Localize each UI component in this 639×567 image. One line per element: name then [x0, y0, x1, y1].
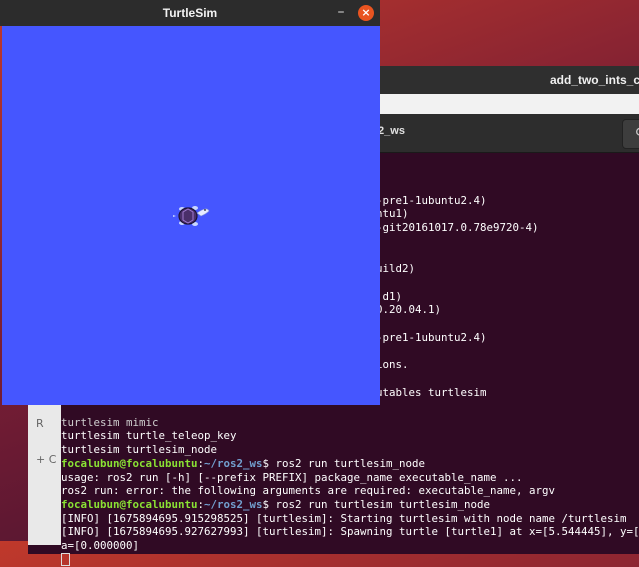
partial-lines: -pre1-1ubuntu2.4) ntu1) -git20161017.0.7… — [376, 180, 639, 399]
terminal-line: uild2) — [376, 262, 416, 276]
background-window-toolbar — [368, 94, 639, 114]
prompt-path: ~/ros2_ws — [204, 497, 263, 511]
terminal-line: ions. — [376, 358, 409, 372]
turtlesim-canvas[interactable] — [2, 26, 380, 405]
terminal-line: 0.20.04.1) — [376, 303, 442, 317]
command-text: $ ros2 run turtlesim turtlesim_node — [262, 497, 491, 511]
terminal-line: -pre1-1ubuntu2.4) — [376, 330, 487, 344]
terminal-line: [INFO] [1675894695.915298525] [turtlesim… — [61, 511, 627, 525]
minimize-button[interactable]: – — [332, 3, 350, 23]
turtlesim-window[interactable]: TurtleSim – × — [0, 0, 380, 405]
prompt-user: focalubun@focalubuntu — [61, 497, 198, 511]
command-text: $ ros2 run turtlesim_node — [262, 456, 426, 470]
terminal-line: ros2 run: error: the following arguments… — [61, 484, 556, 498]
terminal-line: ntu1) — [376, 207, 409, 221]
terminal-line: -pre1-1ubuntu2.4) — [376, 193, 487, 207]
terminal-line: utables turtlesim — [376, 385, 487, 399]
terminal-cursor — [61, 552, 70, 566]
terminal-line: turtlesim turtle_teleop_key — [61, 429, 237, 443]
prompt-user: focalubun@focalubuntu — [61, 456, 198, 470]
background-window-title: add_two_ints_c — [549, 73, 639, 87]
dock-item-icon[interactable]: + C — [36, 453, 56, 466]
terminal-line: [INFO] [1675894695.927627993] [turtlesim… — [61, 525, 639, 539]
terminal-line: usage: ros2 run [-h] [--prefix PREFIX] p… — [61, 470, 523, 484]
turtlesim-title: TurtleSim — [0, 0, 380, 26]
dock-item-icon[interactable]: R — [36, 417, 44, 430]
terminal-line: -git20161017.0.78e9720-4) — [376, 221, 539, 235]
terminal-line: turtlesim turtlesim_node — [61, 443, 218, 457]
terminal-line: turtlesim mimic — [61, 415, 159, 429]
prompt-path: ~/ros2_ws — [204, 456, 263, 470]
terminal-lines: turtlesim mimic turtlesim turtle_teleop_… — [61, 402, 639, 567]
close-button[interactable]: × — [358, 5, 374, 21]
background-editor-window[interactable]: add_two_ints_c — [368, 66, 639, 116]
turtle-icon — [173, 206, 210, 226]
search-icon[interactable]: ⚲ — [622, 119, 639, 149]
dock-strip: R + C — [28, 405, 61, 545]
